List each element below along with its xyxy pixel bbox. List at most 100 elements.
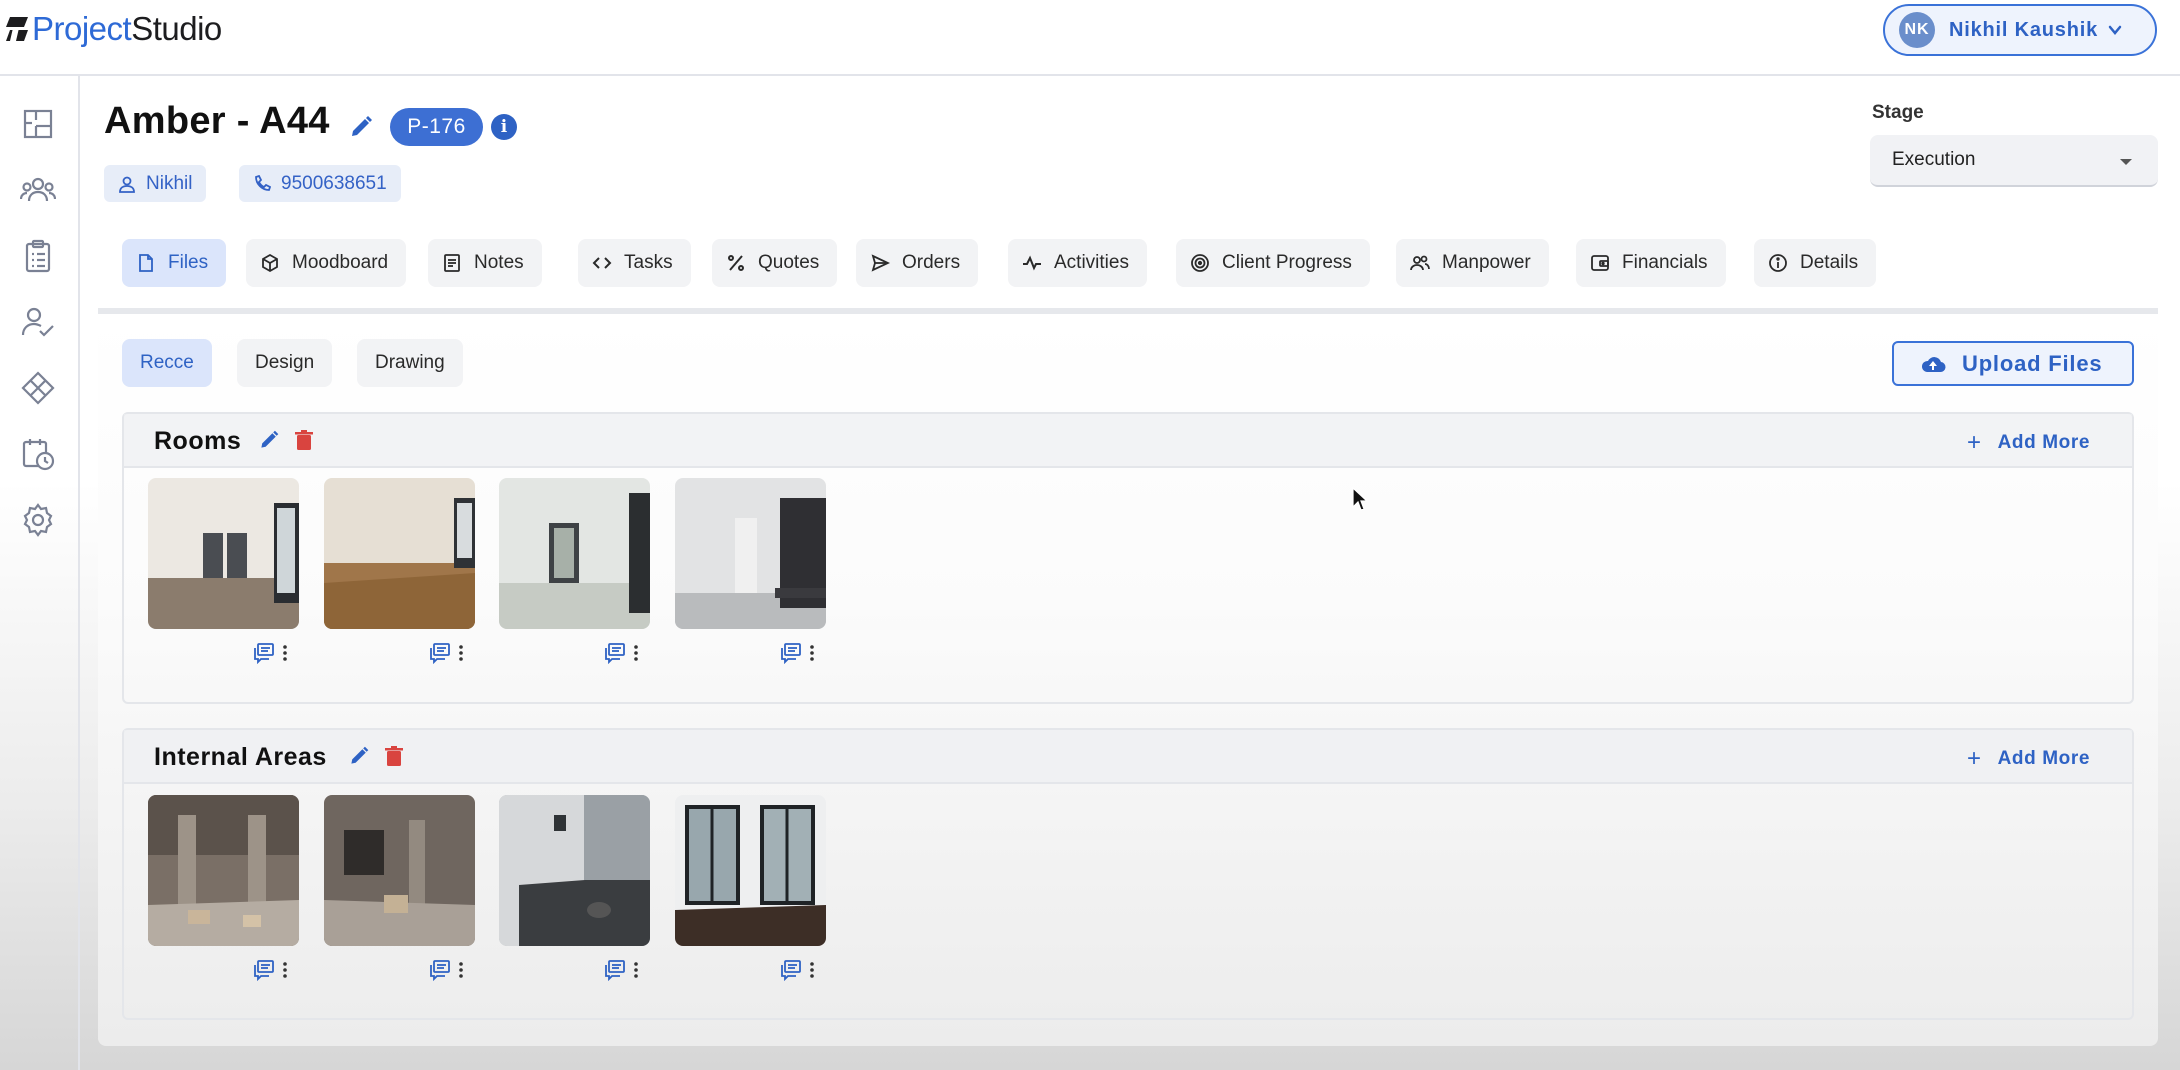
photo-thumbnail[interactable]: [499, 795, 650, 946]
tab-details[interactable]: Details: [1754, 239, 1877, 287]
top-bar: Project Studio NK Nikhil Kaushik: [0, 0, 2180, 76]
photo-thumbnail[interactable]: [499, 478, 650, 629]
internal-area-photo-image: [499, 795, 650, 946]
tab-activities[interactable]: Activities: [1008, 239, 1147, 287]
photo-thumbnail[interactable]: [324, 478, 475, 629]
percent-icon: [728, 255, 744, 271]
comment-icon[interactable]: [604, 642, 626, 664]
photo-actions: [780, 642, 814, 664]
room-photo-image: [324, 478, 475, 629]
section-header: Rooms + Add More: [124, 414, 2132, 468]
notes-icon: [444, 254, 460, 272]
photo-thumbnail[interactable]: [675, 795, 826, 946]
tab-label: Quotes: [758, 252, 820, 273]
caret-down-icon: [2120, 159, 2132, 165]
contact-name-chip[interactable]: Nikhil: [104, 165, 207, 202]
sidebar: [0, 76, 80, 1070]
floorplan-icon[interactable]: [20, 106, 56, 142]
add-more-button[interactable]: + Add More: [1967, 429, 2090, 457]
comment-icon[interactable]: [604, 959, 626, 981]
more-vertical-icon[interactable]: [810, 962, 814, 978]
tab-label: Details: [1800, 252, 1859, 273]
tab-label: Financials: [1622, 252, 1708, 273]
comment-icon[interactable]: [780, 642, 802, 664]
more-vertical-icon[interactable]: [459, 645, 463, 661]
photo-thumbnail[interactable]: [675, 478, 826, 629]
phone-chip[interactable]: 9500638651: [239, 165, 401, 202]
send-icon: [871, 254, 890, 272]
comment-icon[interactable]: [429, 959, 451, 981]
person-icon: [119, 176, 135, 193]
user-check-icon[interactable]: [20, 304, 56, 340]
tab-financials[interactable]: Financials: [1576, 239, 1726, 287]
section-title: Rooms: [154, 427, 242, 455]
more-vertical-icon[interactable]: [459, 962, 463, 978]
subtab-drawing[interactable]: Drawing: [357, 339, 463, 387]
photo-actions: [604, 959, 638, 981]
tab-orders[interactable]: Orders: [856, 239, 979, 287]
phone-icon: [255, 174, 271, 191]
app-logo[interactable]: Project Studio: [4, 10, 222, 48]
add-more-button[interactable]: + Add More: [1967, 745, 2090, 773]
stage-select[interactable]: Execution: [1870, 135, 2158, 187]
more-vertical-icon[interactable]: [810, 645, 814, 661]
tab-quotes[interactable]: Quotes: [712, 239, 838, 287]
project-id-badge: P-176: [390, 108, 483, 146]
progress-icon: [1191, 254, 1209, 272]
stage-label: Stage: [1872, 102, 1924, 123]
more-vertical-icon[interactable]: [283, 645, 287, 661]
photo-actions: [604, 642, 638, 664]
tab-moodboard[interactable]: Moodboard: [246, 239, 407, 287]
team-icon[interactable]: [20, 172, 56, 208]
logo-mark-icon: [6, 17, 28, 41]
tab-label: Tasks: [624, 252, 673, 273]
project-tabs: Files Moodboard Notes Tasks Quotes Order…: [98, 222, 2158, 314]
internal-area-photo-image: [675, 795, 826, 946]
edit-section-icon[interactable]: [258, 429, 280, 451]
mouse-cursor-icon: [1352, 487, 1368, 511]
user-menu-button[interactable]: NK Nikhil Kaushik: [1883, 4, 2157, 56]
photo-thumbnail[interactable]: [148, 478, 299, 629]
comment-icon[interactable]: [253, 959, 275, 981]
photo-actions: [429, 642, 463, 664]
delete-section-icon[interactable]: [384, 745, 404, 767]
photo-actions: [253, 959, 287, 981]
tab-label: Orders: [902, 252, 961, 273]
settings-icon[interactable]: [20, 502, 56, 538]
clipboard-icon[interactable]: [20, 238, 56, 274]
tab-manpower[interactable]: Manpower: [1396, 239, 1549, 287]
photo-actions: [253, 642, 287, 664]
upload-files-button[interactable]: Upload Files: [1892, 341, 2134, 386]
logo-text-project: Project: [32, 10, 132, 47]
user-name: Nikhil Kaushik: [1949, 18, 2099, 41]
tab-label: Manpower: [1442, 252, 1531, 273]
internal-area-photo-image: [148, 795, 299, 946]
delete-section-icon[interactable]: [294, 429, 314, 451]
section-header: Internal Areas + Add More: [124, 730, 2132, 784]
section-title: Internal Areas: [154, 743, 327, 771]
photo-thumbnail[interactable]: [148, 795, 299, 946]
comment-icon[interactable]: [253, 642, 275, 664]
cube-icon: [262, 253, 278, 273]
info-icon[interactable]: i: [491, 114, 517, 140]
comment-icon[interactable]: [429, 642, 451, 664]
subtab-recce[interactable]: Recce: [122, 339, 212, 387]
room-photo-image: [499, 478, 650, 629]
diamond-grid-icon[interactable]: [20, 370, 56, 406]
more-vertical-icon[interactable]: [283, 962, 287, 978]
info-circle-icon: [1769, 254, 1787, 272]
tab-label: Activities: [1054, 252, 1129, 273]
tab-tasks[interactable]: Tasks: [578, 239, 691, 287]
tab-files[interactable]: Files: [122, 239, 227, 287]
comment-icon[interactable]: [780, 959, 802, 981]
tab-label: Notes: [474, 252, 524, 273]
subtab-design[interactable]: Design: [237, 339, 333, 387]
tab-notes[interactable]: Notes: [428, 239, 542, 287]
edit-section-icon[interactable]: [348, 745, 370, 767]
edit-title-icon[interactable]: [348, 114, 374, 140]
calendar-clock-icon[interactable]: [20, 436, 56, 472]
more-vertical-icon[interactable]: [634, 962, 638, 978]
tab-client-progress[interactable]: Client Progress: [1176, 239, 1370, 287]
photo-thumbnail[interactable]: [324, 795, 475, 946]
more-vertical-icon[interactable]: [634, 645, 638, 661]
